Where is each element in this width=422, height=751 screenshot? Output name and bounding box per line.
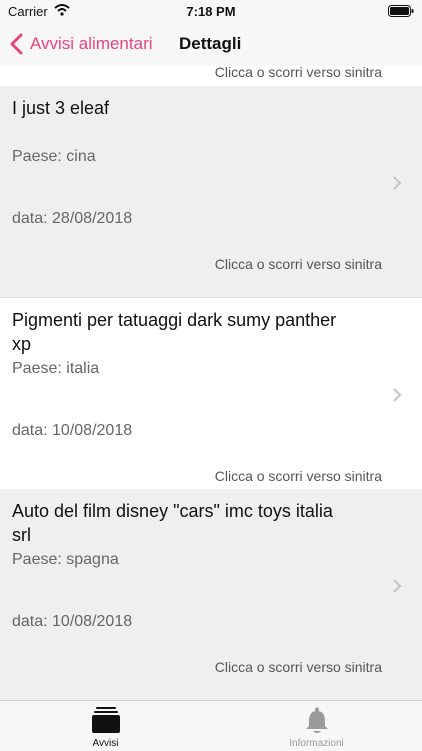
tab-bar: Avvisi Informazioni (0, 700, 422, 751)
tab-avvisi[interactable]: Avvisi (0, 701, 211, 751)
item-country: Paese: spagna (12, 551, 119, 568)
chevron-right-icon (393, 579, 402, 593)
navigation-bar: Avvisi alimentari Dettagli (0, 22, 422, 67)
back-button-label: Avvisi alimentari (30, 34, 153, 53)
item-date: data: 28/08/2018 (12, 210, 133, 227)
item-title: Pigmenti per tatuaggi dark sumy panther … (12, 310, 337, 354)
swipe-hint: Clicca o scorri verso sinitra (214, 659, 382, 675)
item-title: Auto del film disney "cars" imc toys ita… (12, 501, 333, 545)
item-date: data: 10/08/2018 (12, 613, 133, 630)
status-time: 7:18 PM (186, 4, 236, 19)
status-bar: Carrier 7:18 PM (0, 0, 422, 22)
item-date: data: 10/08/2018 (12, 422, 133, 439)
swipe-hint: Clicca o scorri verso sinitra (214, 256, 382, 272)
tab-informazioni[interactable]: Informazioni (211, 701, 422, 751)
list-item-partial[interactable]: Clicca o scorri verso sinitra (0, 66, 422, 86)
item-country: Paese: italia (12, 360, 100, 377)
back-button[interactable]: Avvisi alimentari (8, 22, 153, 66)
list-item[interactable]: Auto del film disney "cars" imc toys ita… (0, 489, 422, 700)
item-country: Paese: cina (12, 148, 96, 165)
battery-icon (388, 5, 414, 17)
item-title: I just 3 eleaf (12, 98, 110, 118)
stack-icon (91, 707, 120, 733)
tab-label: Informazioni (289, 738, 344, 749)
swipe-hint: Clicca o scorri verso sinitra (214, 468, 382, 484)
alerts-list[interactable]: Clicca o scorri verso sinitra I just 3 e… (0, 66, 422, 700)
swipe-hint: Clicca o scorri verso sinitra (214, 66, 382, 80)
tab-label: Avvisi (92, 738, 119, 749)
chevron-left-icon (10, 33, 23, 55)
page-title: Dettagli (179, 34, 242, 53)
list-item[interactable]: I just 3 eleaf Paese: cina data: 28/08/2… (0, 86, 422, 298)
chevron-right-icon (393, 388, 402, 402)
chevron-right-icon (393, 176, 402, 190)
bell-icon (305, 707, 328, 733)
list-item[interactable]: Pigmenti per tatuaggi dark sumy panther … (0, 298, 422, 510)
